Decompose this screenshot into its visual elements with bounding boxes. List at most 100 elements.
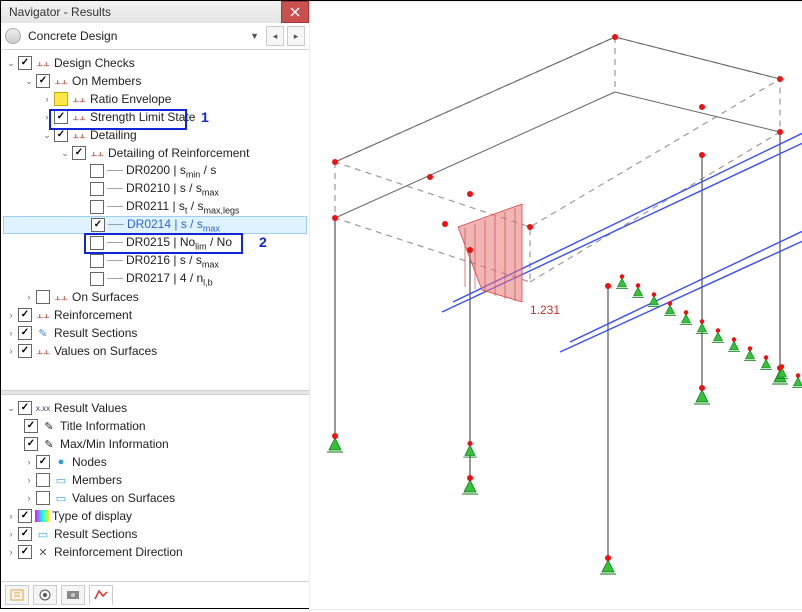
- opt-members[interactable]: ›▭Members: [3, 471, 307, 489]
- checkbox[interactable]: [18, 527, 32, 541]
- surface-result-icon: ⫠⫠: [35, 344, 51, 358]
- opt-reinf-dir[interactable]: ›✕Reinforcement Direction: [3, 543, 307, 561]
- section-icon: ✎: [35, 326, 51, 340]
- tree-label: DR0211 | st / smax,legs: [126, 199, 239, 215]
- tree-item-strength-limit[interactable]: › ⫠⫠ Strength Limit State: [3, 108, 307, 126]
- checkbox[interactable]: [36, 455, 50, 469]
- checkbox[interactable]: [36, 74, 50, 88]
- tree-label: DR0216 | s / smax: [126, 253, 219, 269]
- opt-label: Reinforcement Direction: [54, 545, 183, 559]
- tree-item-design-checks[interactable]: ⌄ ⫠⫠ Design Checks: [3, 54, 307, 72]
- checkbox[interactable]: [18, 401, 32, 415]
- opt-vos[interactable]: ›▭Values on Surfaces: [3, 489, 307, 507]
- opt-nodes[interactable]: ›●Nodes: [3, 453, 307, 471]
- expand-icon[interactable]: ›: [5, 346, 17, 356]
- tree-item-detailing-reinf[interactable]: ⌄ ⫠⫠ Detailing of Reinforcement: [3, 144, 307, 162]
- tree-item-dr0216[interactable]: ── DR0216 | s / smax: [3, 252, 307, 270]
- material-icon: [5, 28, 21, 44]
- checkbox[interactable]: [18, 509, 32, 523]
- checkbox[interactable]: [18, 326, 32, 340]
- annotation-1: 1: [201, 109, 209, 125]
- checkbox[interactable]: [90, 200, 104, 214]
- collapse-icon[interactable]: ⌄: [5, 58, 17, 69]
- checkbox[interactable]: [36, 290, 50, 304]
- tree-item-on-surfaces[interactable]: › ⫠⫠ On Surfaces: [3, 288, 307, 306]
- design-type-dropdown[interactable]: Concrete Design ▼: [24, 29, 263, 43]
- tree-item-detailing[interactable]: ⌄ ⫠⫠ Detailing: [3, 126, 307, 144]
- tree-label: Design Checks: [54, 56, 135, 70]
- opt-label: Members: [72, 473, 122, 487]
- prev-button[interactable]: ◂: [266, 26, 284, 46]
- tree-label: DR0215 | Nolim / No: [126, 235, 232, 251]
- opt-label: Type of display: [52, 509, 132, 523]
- checkbox[interactable]: [54, 110, 68, 124]
- checkbox[interactable]: [18, 308, 32, 322]
- checkbox[interactable]: [90, 254, 104, 268]
- checkbox[interactable]: [18, 545, 32, 559]
- member-icon: ▭: [53, 473, 69, 487]
- tree-item-dr0200[interactable]: ── DR0200 | smin / s: [3, 162, 307, 180]
- expand-icon[interactable]: ›: [41, 94, 53, 104]
- checkbox[interactable]: [24, 419, 38, 433]
- checkbox[interactable]: [90, 164, 104, 178]
- design-type-selected: Concrete Design: [28, 29, 117, 43]
- tab-results-icon[interactable]: [89, 585, 113, 606]
- checkbox[interactable]: [54, 128, 68, 142]
- collapse-icon[interactable]: ⌄: [41, 130, 53, 141]
- tree-item-values-on-surfaces[interactable]: › ⫠⫠ Values on Surfaces: [3, 342, 307, 360]
- tree-label: DR0214 | s / smax: [127, 217, 220, 233]
- collapse-icon[interactable]: ⌄: [59, 148, 71, 159]
- tree-label: DR0200 | smin / s: [126, 163, 216, 179]
- next-button[interactable]: ▸: [287, 26, 305, 46]
- checkbox[interactable]: [90, 272, 104, 286]
- tree-label: Reinforcement: [54, 308, 132, 322]
- display-options-tree[interactable]: ⌄x.xxResult Values ✎Title Information ✎M…: [1, 395, 309, 581]
- opt-result-values[interactable]: ⌄x.xxResult Values: [3, 399, 307, 417]
- opt-title-info[interactable]: ✎Title Information: [3, 417, 307, 435]
- tree-item-dr0217[interactable]: ── DR0217 | 4 / nl,b: [3, 270, 307, 288]
- beam-result-icon: ⫠⫠: [35, 56, 51, 70]
- tree-label: Strength Limit State: [90, 110, 195, 124]
- checkbox[interactable]: [36, 491, 50, 505]
- expand-icon[interactable]: ›: [5, 310, 17, 320]
- navigator-panel: Navigator - Results Concrete Design ▼ ◂ …: [1, 1, 310, 608]
- results-tree[interactable]: ⌄ ⫠⫠ Design Checks ⌄ ⫠⫠ On Members › ⫠⫠ …: [1, 50, 309, 390]
- close-button[interactable]: [281, 1, 309, 23]
- maxmin-icon: ✎: [41, 437, 57, 451]
- opt-label: Result Values: [54, 401, 127, 415]
- checkbox[interactable]: [24, 437, 38, 451]
- opt-label: Values on Surfaces: [72, 491, 175, 505]
- opt-type-display[interactable]: ›Type of display: [3, 507, 307, 525]
- tree-item-dr0210[interactable]: ── DR0210 | s / smax: [3, 180, 307, 198]
- tree-item-dr0211[interactable]: ── DR0211 | st / smax,legs: [3, 198, 307, 216]
- beam-result-icon: ⫠⫠: [35, 308, 51, 322]
- checkbox[interactable]: [54, 92, 68, 106]
- checkbox[interactable]: [18, 344, 32, 358]
- opt-maxmin-info[interactable]: ✎Max/Min Information: [3, 435, 307, 453]
- tree-item-on-members[interactable]: ⌄ ⫠⫠ On Members: [3, 72, 307, 90]
- collapse-icon[interactable]: ⌄: [23, 76, 35, 87]
- tree-item-ratio-envelope[interactable]: › ⫠⫠ Ratio Envelope: [3, 90, 307, 108]
- checkbox[interactable]: [91, 218, 105, 232]
- tab-data-icon[interactable]: [5, 585, 29, 605]
- tree-label: Values on Surfaces: [54, 344, 157, 358]
- tree-label: Detailing of Reinforcement: [108, 146, 249, 160]
- tree-item-result-sections[interactable]: › ✎ Result Sections: [3, 324, 307, 342]
- checkbox[interactable]: [90, 236, 104, 250]
- tab-views-icon[interactable]: [61, 585, 85, 605]
- tree-item-dr0214[interactable]: ── DR0214 | s / smax: [3, 216, 307, 234]
- beam-result-icon: ⫠⫠: [71, 128, 87, 142]
- checkbox[interactable]: [36, 473, 50, 487]
- navigator-selector-bar: Concrete Design ▼ ◂ ▸: [1, 23, 309, 50]
- tree-item-reinforcement[interactable]: › ⫠⫠ Reinforcement: [3, 306, 307, 324]
- model-viewport[interactable]: 1.231: [309, 1, 802, 610]
- tree-label: Ratio Envelope: [90, 92, 171, 106]
- opt-result-sections[interactable]: ›▭Result Sections: [3, 525, 307, 543]
- tab-display-icon[interactable]: [33, 585, 57, 605]
- checkbox[interactable]: [72, 146, 86, 160]
- checkbox[interactable]: [18, 56, 32, 70]
- checkbox[interactable]: [90, 182, 104, 196]
- expand-icon[interactable]: ›: [5, 328, 17, 338]
- expand-icon[interactable]: ›: [23, 292, 35, 302]
- expand-icon[interactable]: ›: [41, 112, 53, 122]
